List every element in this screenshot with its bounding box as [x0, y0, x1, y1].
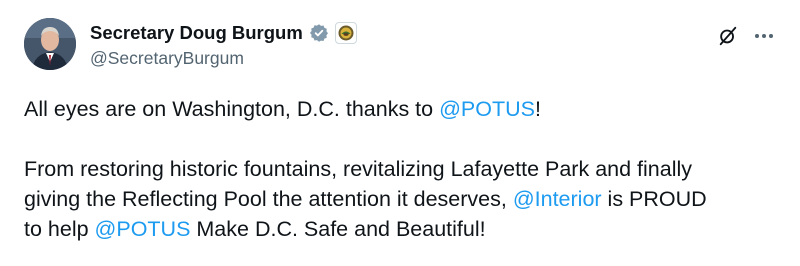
tweet-line: giving the Reflecting Pool the attention…: [24, 184, 776, 214]
text-segment: to help: [24, 217, 95, 241]
tweet-card[interactable]: Secretary Doug Burgum @SecretaryBurgum A…: [0, 0, 800, 266]
grok-icon[interactable]: [716, 24, 740, 48]
author-block: Secretary Doug Burgum @SecretaryBurgum: [90, 20, 357, 69]
tweet-line: All eyes are on Washington, D.C. thanks …: [24, 94, 776, 124]
text-segment: Make D.C. Safe and Beautiful!: [190, 217, 486, 241]
tweet-header: Secretary Doug Burgum @SecretaryBurgum: [24, 18, 357, 70]
interior-seal-icon[interactable]: [334, 22, 357, 44]
avatar[interactable]: [24, 18, 76, 70]
name-row: Secretary Doug Burgum: [90, 20, 357, 46]
tweet-paragraph-1: All eyes are on Washington, D.C. thanks …: [24, 94, 776, 124]
text-segment: is PROUD: [601, 187, 707, 211]
mention-potus[interactable]: @POTUS: [439, 97, 535, 121]
mention-interior[interactable]: @Interior: [513, 187, 602, 211]
text-segment: All eyes are on Washington, D.C. thanks …: [24, 97, 440, 121]
text-segment: giving the Reflecting Pool the attention…: [24, 187, 513, 211]
tweet-actions: [716, 24, 776, 48]
text-segment: !: [534, 97, 541, 121]
tweet-line: From restoring historic fountains, revit…: [24, 157, 693, 181]
tweet-paragraph-2: From restoring historic fountains, revit…: [24, 154, 776, 244]
author-display-name[interactable]: Secretary Doug Burgum: [90, 22, 303, 44]
tweet-line: to help @POTUS Make D.C. Safe and Beauti…: [24, 214, 776, 244]
tweet-text: All eyes are on Washington, D.C. thanks …: [24, 94, 776, 244]
verified-badge-icon[interactable]: [309, 23, 329, 43]
more-icon[interactable]: [752, 24, 776, 48]
avatar-image: [24, 18, 76, 70]
mention-potus[interactable]: @POTUS: [95, 217, 191, 241]
author-handle[interactable]: @SecretaryBurgum: [90, 48, 357, 69]
